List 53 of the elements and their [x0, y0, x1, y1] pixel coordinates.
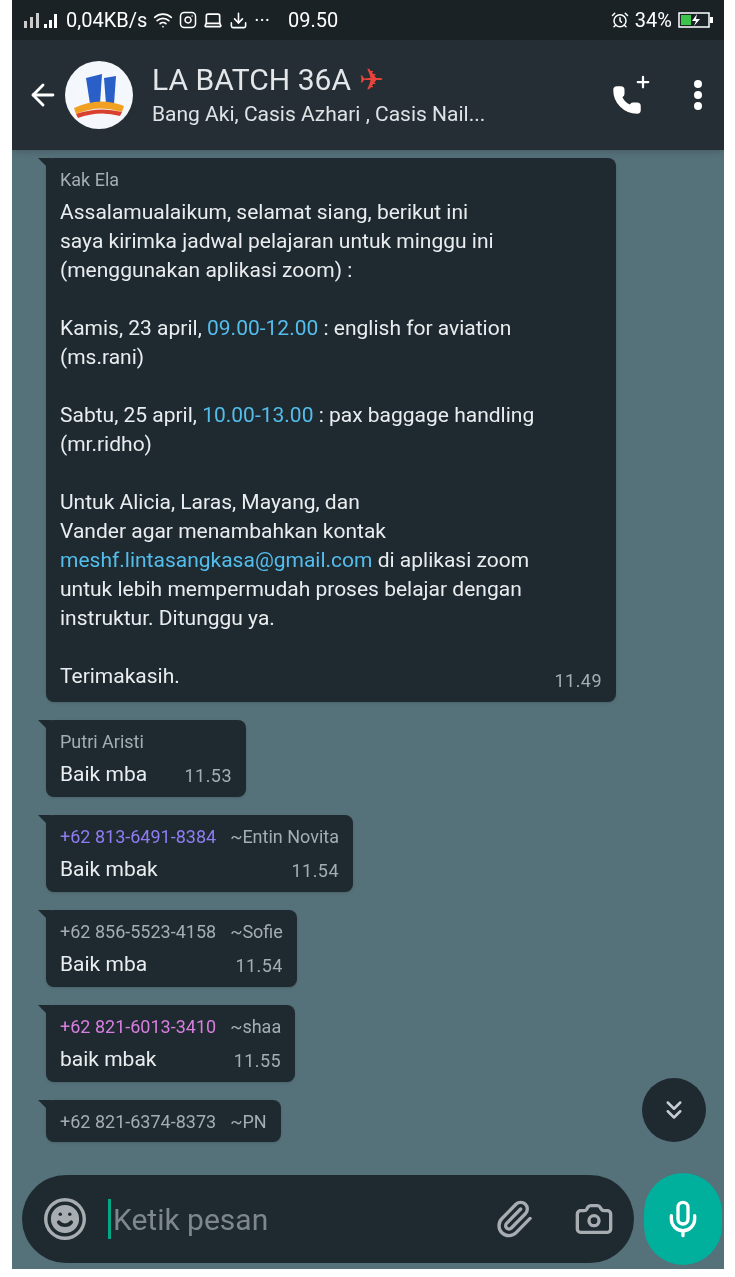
sender-nickname: ~PN [230, 1110, 267, 1134]
message-text: Baik mba [60, 761, 148, 788]
sender-name: +62 813-6491-8384 [60, 825, 217, 849]
sender-nickname: ~Sofie [230, 920, 283, 944]
message-time: 11.49 [554, 669, 602, 693]
attach-button[interactable] [494, 1199, 534, 1239]
sender-nickname: ~Entin Novita [230, 825, 339, 849]
alarm-icon [610, 11, 629, 29]
message-link[interactable]: 10.00-13.00 [202, 403, 314, 427]
airplane-emoji: ✈ [359, 61, 385, 99]
menu-icon [694, 80, 702, 110]
sender-name: +62 821-6374-8373 [60, 1110, 217, 1134]
sender-name: Kak Ela [60, 168, 120, 192]
group-avatar-icon[interactable] [64, 60, 134, 130]
message-text: Baik mbak [60, 856, 158, 883]
group-members: Bang Aki, Casis Azhari , Casis Nail... [152, 101, 487, 128]
sender-name: Putri Aristi [60, 730, 144, 754]
message-text: Untuk Alicia, Laras, Mayang, dan Vander agar menambahkan kontak meshf.lintasangkasa@gmail.com di aplikasi zoom untuk lebih mempermudah proses belajar dengan instruktur. Ditunggu ya. [60, 489, 530, 632]
signal-icon [22, 10, 60, 30]
message-text: Sabtu, 25 april, 10.00-13.00 : pax baggage handling (mr.ridho) [60, 402, 535, 458]
instagram-icon [179, 11, 198, 29]
download-icon [229, 10, 249, 30]
message-link[interactable]: 09.00-12.00 [207, 316, 319, 340]
message-link[interactable]: meshf.lintasangkasa@gmail.com [60, 548, 373, 572]
plus-icon [634, 73, 652, 91]
laptop-icon [203, 10, 224, 30]
wifi-icon [153, 10, 174, 30]
battery-charging-icon [678, 11, 714, 29]
message-time: 11.54 [235, 954, 283, 978]
battery-percent: 34% [634, 7, 672, 34]
emoji-button[interactable] [44, 1198, 86, 1240]
paperclip-icon [494, 1199, 534, 1239]
clock: 09.50 [287, 7, 339, 34]
message-input-bar[interactable]: Ketik pesan [22, 1175, 634, 1263]
message-text: baik mbak [60, 1046, 157, 1073]
sender-nickname: ~shaa [230, 1015, 282, 1039]
message-text: Kamis, 23 april, 09.00-12.00 : english for aviation (ms.rani) [60, 315, 512, 371]
message-time: 11.54 [291, 859, 339, 883]
smiley-icon [46, 1200, 84, 1238]
message-text: Assalamualaikum, selamat siang, berikut ini saya kirimka jadwal pelajaran untuk minggu ini (menggunakan aplikasi zoom) : [60, 199, 494, 284]
menu-button[interactable] [694, 80, 702, 110]
network-speed: 0,04KB/s [66, 7, 148, 34]
more-notifications: ··· [254, 7, 270, 34]
phone-icon [612, 85, 642, 115]
message-time: 11.55 [233, 1049, 282, 1073]
message-time: 11.53 [184, 764, 232, 788]
message-text: Baik mba [60, 951, 148, 978]
group-title: LA BATCH 36A [152, 61, 351, 99]
message-text: Terimakasih. [60, 663, 180, 690]
sender-name: +62 856-5523-4158 [60, 920, 217, 944]
message-input[interactable]: Ketik pesan [113, 1196, 494, 1242]
text-cursor [108, 1199, 111, 1239]
sender-name: +62 821-6013-3410 [60, 1015, 217, 1039]
